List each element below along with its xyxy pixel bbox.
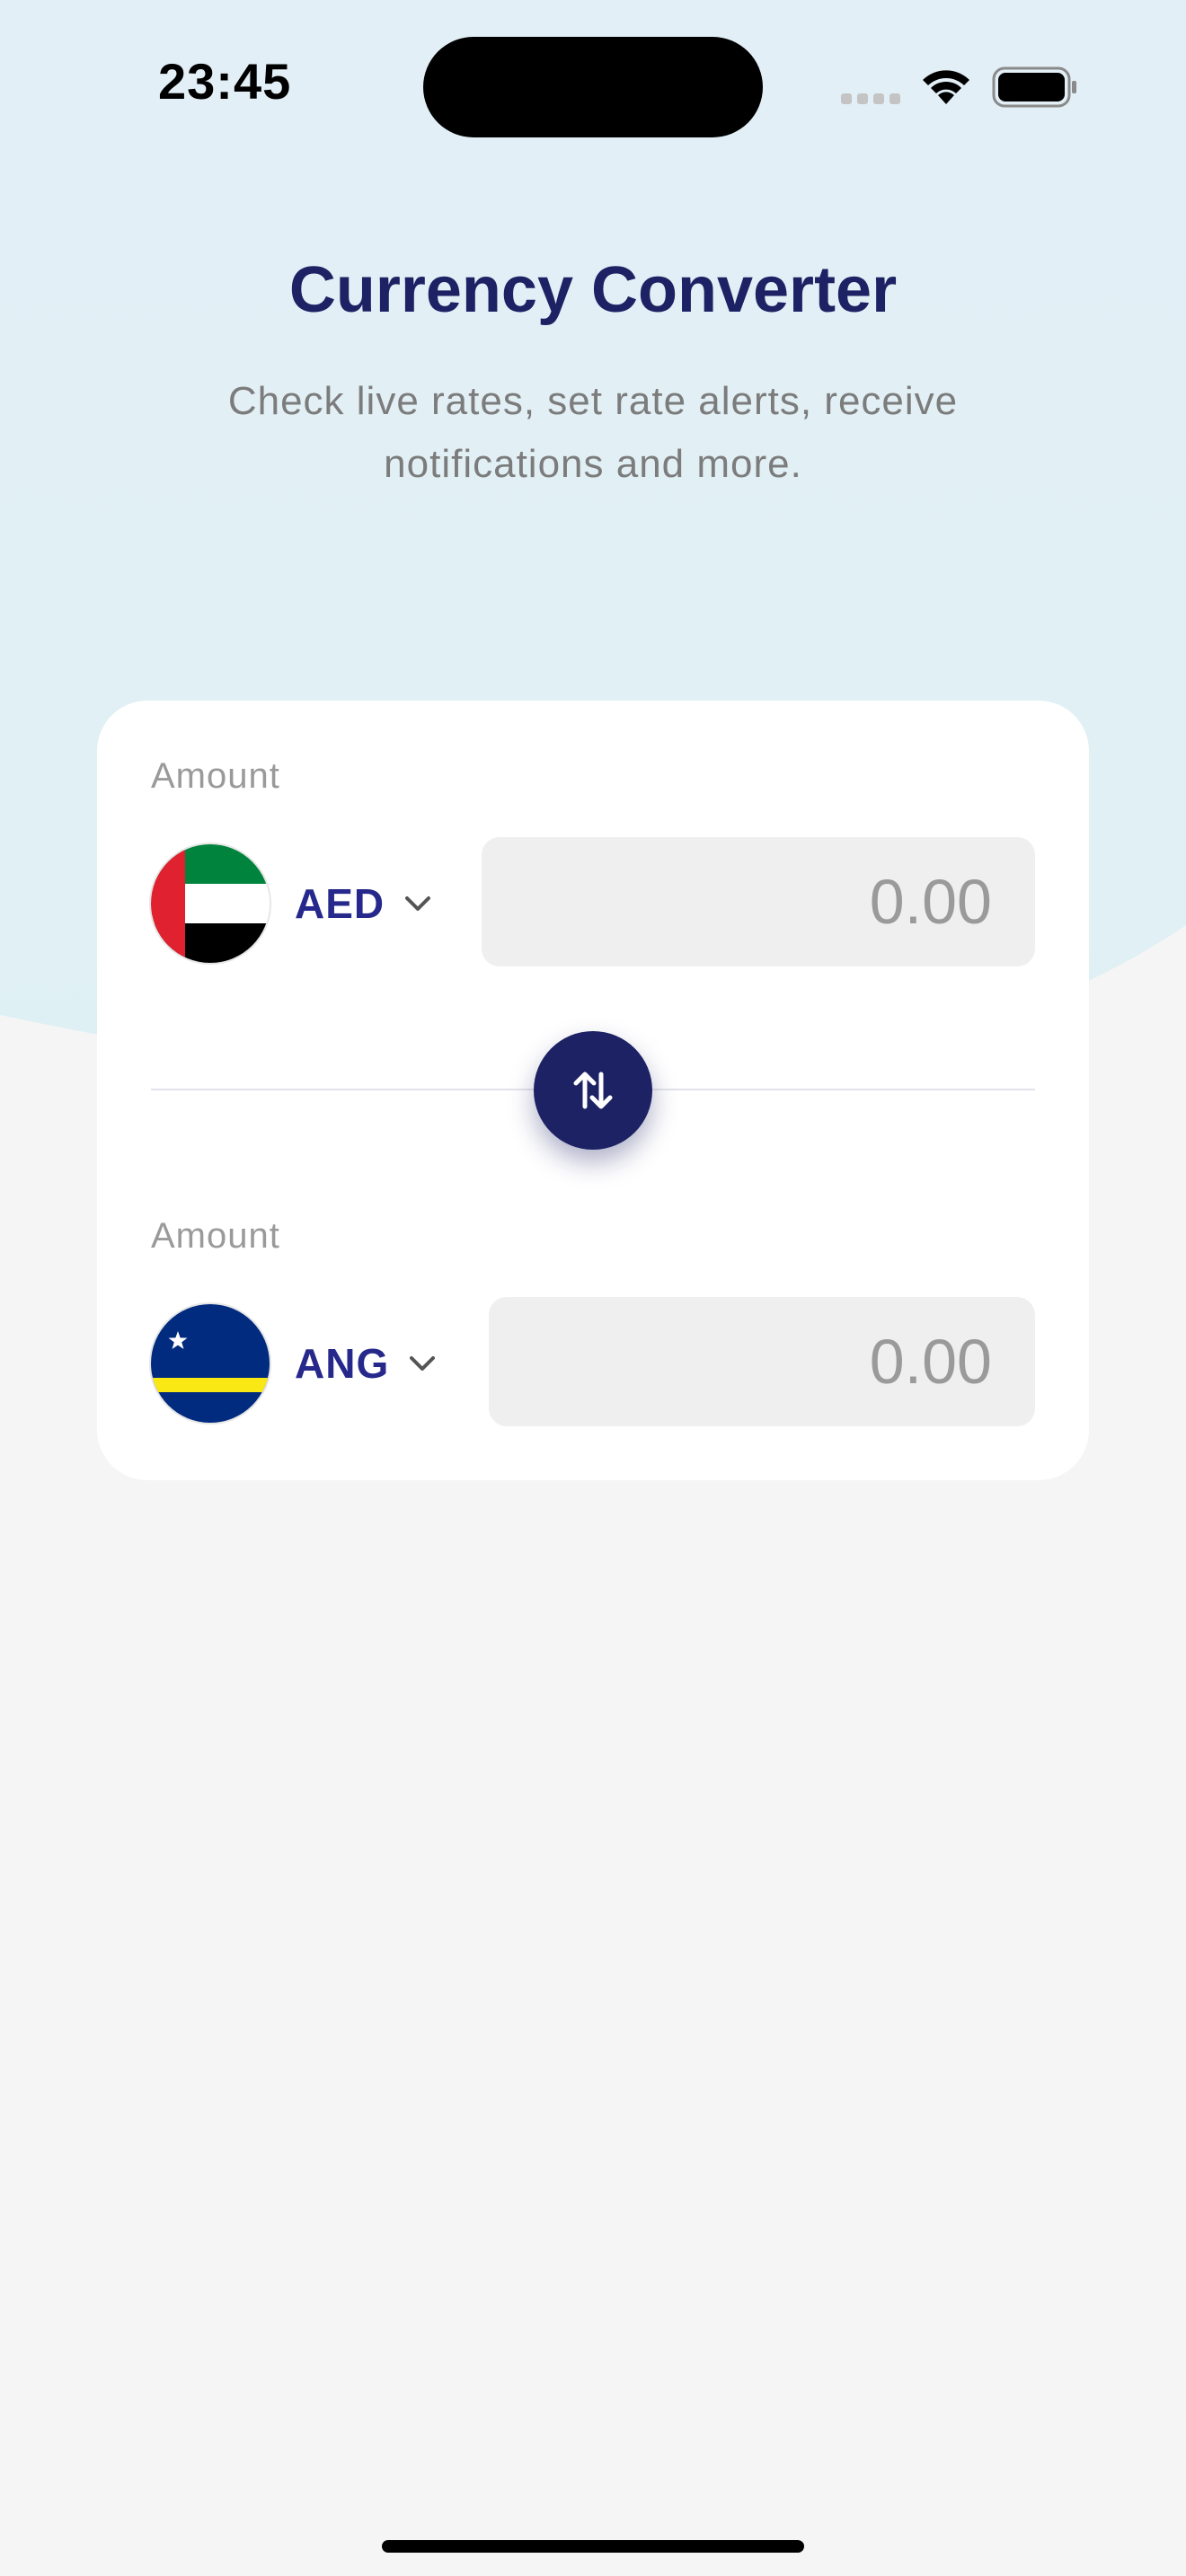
to-amount-label: Amount [151,1216,280,1256]
page-title: Currency Converter [288,254,898,326]
battery-icon [992,66,1076,108]
home-indicator [382,2540,804,2553]
chevron-down-icon [410,1356,436,1371]
swap-currencies-button[interactable] [534,1031,652,1150]
status-bar: 23:45 [0,0,1186,180]
cellular-signal-icon [841,93,900,104]
to-amount-input[interactable]: 0.00 [489,1297,1035,1426]
from-currency-picker[interactable]: AED [295,868,431,940]
from-amount-label: Amount [151,756,280,796]
curacao-flag-icon [151,1304,270,1423]
status-time: 23:45 [158,53,292,110]
wifi-icon [923,70,969,104]
uae-flag-icon [151,844,270,963]
to-currency-code: ANG [295,1340,390,1387]
swap-arrows-icon [573,1072,613,1109]
from-amount-input[interactable]: 0.00 [482,837,1035,966]
to-currency-picker[interactable]: ANG [295,1328,436,1399]
page-subtitle: Check live rates, set rate alerts, recei… [227,379,959,486]
from-currency-code: AED [295,880,385,927]
dynamic-island [423,37,763,137]
converter-card: Amount AED 0.00 Amount ANG 0.00 [97,701,1089,1480]
chevron-down-icon [405,896,431,911]
